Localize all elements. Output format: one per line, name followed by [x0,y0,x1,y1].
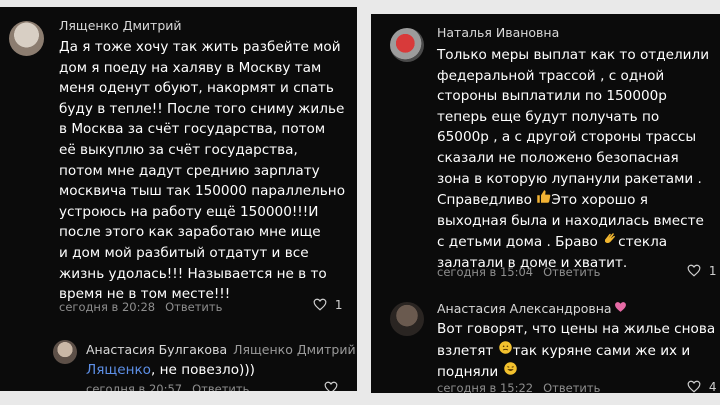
reply-comment: Анастасия Булгакова Лященко Дмитрий Лящен… [0,327,357,391]
like-button[interactable]: 1 [313,298,342,312]
comment-text: Только меры выплат как то отделили федер… [437,45,709,274]
text-line: стороны выплатили по 150000р [437,88,667,105]
clapping-hands-icon [602,231,618,249]
reply-button[interactable]: Ответить [543,265,600,279]
like-button[interactable]: 4 [687,380,716,393]
mention-link[interactable]: Лященко [86,362,151,378]
comment-meta: сегодня в 20:57 Ответить [86,382,249,391]
heart-icon [313,298,327,311]
heart-icon [324,381,338,391]
comment-author[interactable]: Наталья Ивановна [437,25,559,40]
heart-icon [687,380,701,393]
text-fragment: с детьми дома . Браво [437,234,598,251]
text-line: её выкуплю за счёт государства, [59,141,298,158]
text-fragment: так куряне сами же их и [512,342,691,359]
comment-author[interactable]: Лященко Дмитрий [59,18,182,33]
right-screenshot-panel: Наталья Ивановна Только меры выплат как … [371,14,720,393]
left-screenshot-panel: Лященко Дмитрий Да я тоже хочу так жить … [0,7,357,391]
text-line: Только меры выплат как то отделили [437,47,710,63]
like-count: 4 [708,380,717,393]
comment-author: Анастасия Булгакова Лященко Дмитрий [86,342,356,357]
heart-icon [687,264,701,277]
text-fragment: Это хорошо я [551,192,648,209]
text-line: Справедливо Это хорошо я [437,189,709,211]
avatar[interactable] [390,302,424,336]
author-name[interactable]: Анастасия Булгакова [86,342,227,357]
text-line: москвича тыш так 150000 параллельно [59,183,346,200]
reply-button[interactable]: Ответить [192,382,249,391]
reply-button[interactable]: Ответить [543,381,600,393]
text-line: 65000р , а с другой стороны трассы [437,129,697,146]
text-line: и дом мой разбитый отдатут и все [59,244,309,261]
text-line: в Москва за счёт государства, потом [59,121,326,138]
laughing-face-icon [503,361,518,379]
timestamp: сегодня в 20:28 [59,300,156,314]
like-count: 1 [334,298,343,312]
text-line: после этого как заработаю мне ище [59,224,321,241]
text-line: зона в которую лупанули ракетами . [437,170,702,187]
text-line: сказали не положено безопасная [437,149,679,166]
avatar[interactable] [9,21,44,56]
thinking-face-icon [498,340,513,358]
timestamp: сегодня в 15:22 [437,381,534,393]
text-fragment: , не повезло))) [150,362,255,378]
comment-meta: сегодня в 20:28 Ответить [59,300,222,314]
comment-text: Вот говорят, что цены на жилье снова взл… [437,319,715,383]
text-line: теперь еще будут получать по [437,108,660,125]
avatar[interactable] [53,340,77,364]
text-line: Вот говорят, что цены на жилье снова [437,321,716,337]
text-fragment: стекла [618,234,668,251]
text-line: выходная была и находилась вместе [437,212,704,229]
text-line: федеральной трассой , с одной [437,67,665,84]
text-fragment: подняли [437,364,499,381]
text-line: Да я тоже хочу так жить разбейте мой [59,39,341,55]
comment-author: Анастасия Александровна [437,301,627,316]
text-fragment: взлетят [437,342,494,359]
timestamp: сегодня в 15:04 [437,265,534,279]
comment-text: Лященко, не повезло))) [86,360,255,381]
comment-text: Да я тоже хочу так жить разбейте мой дом… [59,37,345,305]
like-count: 1 [708,264,717,278]
comment: Наталья Ивановна Только меры выплат как … [371,14,720,294]
comment-meta: сегодня в 15:04 Ответить [437,265,600,279]
avatar[interactable] [390,28,424,62]
timestamp: сегодня в 20:57 [86,382,183,391]
comment-meta: сегодня в 15:22 Ответить [437,381,600,393]
text-line: устроюсь на работу ещё 150000!!!И [59,203,319,220]
text-line: буду в тепле!! После того сниму жилье [59,100,345,117]
reply-button[interactable]: Ответить [165,300,222,314]
text-line: взлетят так куряне сами же их и [437,340,715,362]
thumbs-up-icon [536,189,551,207]
text-line: подняли [437,361,715,383]
like-button[interactable]: 1 [687,264,716,278]
text-line: жизнь удолась!!! Называется не в то [59,265,327,282]
heart-icon [614,301,627,316]
text-line: меня оденут обуют, накормят и спать [59,80,334,97]
text-fragment: Справедливо [437,192,532,209]
text-line: потом мне дадут среднию зарплату [59,162,320,179]
comment: Анастасия Александровна Вот говорят, что… [371,294,720,393]
author-name[interactable]: Анастасия Александровна [437,301,612,316]
like-button[interactable] [324,381,338,391]
comment: Лященко Дмитрий Да я тоже хочу так жить … [0,7,357,327]
text-line: с детьми дома . Браво стекла [437,231,709,253]
text-line: дом я поеду на халяву в Москву там [59,59,322,76]
reply-to-name[interactable]: Лященко Дмитрий [233,342,356,357]
